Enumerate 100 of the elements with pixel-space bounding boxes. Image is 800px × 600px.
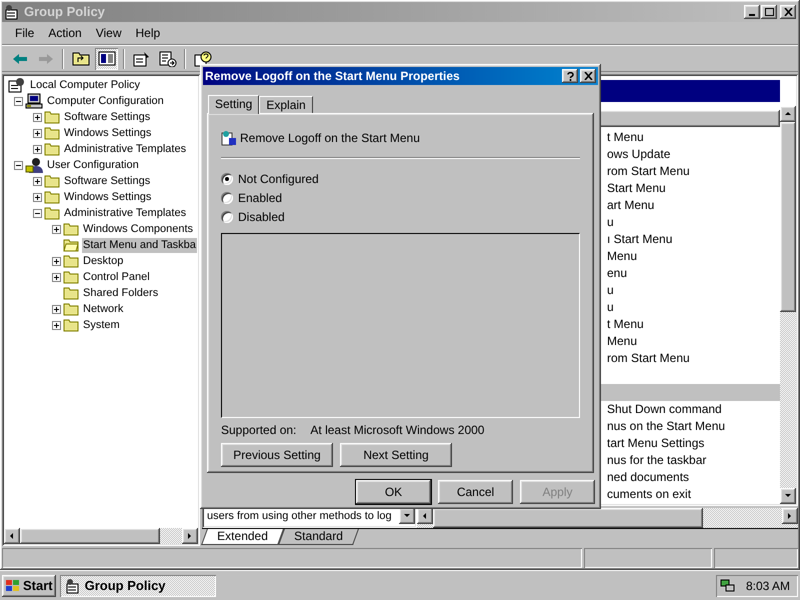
scroll-thumb[interactable] (780, 122, 796, 312)
network-icon[interactable] (720, 578, 736, 592)
menu-item[interactable]: Action (41, 24, 89, 42)
scroll-left-button[interactable] (4, 528, 20, 544)
view-tab[interactable]: Extended (201, 529, 284, 545)
taskbar-button[interactable]: Group Policy (60, 574, 216, 596)
radio-label[interactable]: Disabled (238, 208, 285, 226)
scroll-down-button[interactable] (399, 508, 415, 524)
nav-button[interactable]: Next Setting (340, 443, 452, 467)
menu-item[interactable]: File (8, 24, 42, 42)
radio-button[interactable] (221, 192, 233, 204)
expand-icon[interactable] (52, 256, 61, 266)
expand-icon[interactable] (52, 304, 61, 314)
dialog-tab[interactable]: Setting (208, 95, 260, 114)
tree-item[interactable]: Administrative Templates (63, 206, 188, 220)
close-icon (784, 8, 792, 16)
horizontal-scrollbar[interactable] (417, 508, 798, 528)
radio-label[interactable]: Enabled (238, 188, 282, 206)
up-folder-icon (72, 51, 90, 66)
folder-icon (63, 302, 79, 316)
expand-icon[interactable] (33, 128, 42, 138)
close-icon (584, 72, 592, 80)
triangle-left-icon (421, 512, 429, 520)
tree-item[interactable]: Windows Settings (63, 190, 152, 204)
menu-item[interactable]: View (88, 24, 128, 42)
radio-label[interactable]: Not Configured (238, 170, 319, 188)
folder-icon (63, 318, 79, 332)
expand-icon[interactable] (33, 192, 42, 202)
expand-icon[interactable] (52, 320, 61, 330)
tree-item[interactable]: Administrative Templates (63, 142, 188, 156)
toolbar-button[interactable] (95, 48, 118, 70)
scroll-right-button[interactable] (182, 528, 198, 544)
folder-icon (44, 142, 60, 156)
computer-icon (25, 93, 43, 109)
minimize-button[interactable] (744, 5, 760, 19)
scroll-down-button[interactable] (780, 488, 796, 504)
open-folder-icon (63, 238, 79, 252)
dialog-title: Remove Logoff on the Start Menu Properties (205, 68, 461, 85)
maximize-button[interactable] (761, 5, 777, 19)
triangle-down-icon (784, 492, 792, 500)
window-title: Group Policy (24, 3, 106, 22)
close-button[interactable] (780, 5, 796, 19)
help-button[interactable] (562, 69, 578, 83)
collapse-icon[interactable] (33, 208, 42, 218)
properties-icon (132, 50, 150, 66)
folder-icon (44, 206, 60, 220)
policy-setting-icon (221, 130, 237, 146)
expand-icon[interactable] (33, 112, 42, 122)
tree-item[interactable]: Computer Configuration (46, 94, 165, 108)
policy-name: Remove Logoff on the Start Menu (240, 130, 420, 147)
menu-item[interactable]: Help (128, 24, 168, 42)
collapse-icon[interactable] (14, 160, 23, 170)
tree-item[interactable]: System (82, 318, 121, 332)
nav-button[interactable]: Previous Setting (221, 443, 333, 467)
tree-item[interactable]: Desktop (82, 254, 124, 268)
folder-icon (44, 126, 60, 140)
windows-logo-icon (5, 578, 21, 592)
view-tab[interactable]: Standard (278, 529, 358, 545)
scroll-thumb[interactable] (20, 528, 160, 544)
scroll-right-button[interactable] (782, 508, 798, 524)
dialog-tab[interactable]: Explain (259, 96, 313, 113)
panes-icon (98, 51, 116, 66)
triangle-right-icon (186, 532, 194, 540)
vertical-scrollbar[interactable] (780, 106, 796, 504)
folder-icon (63, 222, 79, 236)
tree-item[interactable]: User Configuration (46, 158, 140, 172)
question-mark-icon (566, 72, 574, 80)
folder-icon (44, 110, 60, 124)
forward-arrow-icon (38, 52, 54, 64)
triangle-down-icon (403, 512, 411, 520)
scroll-left-button[interactable] (417, 508, 433, 524)
close-button[interactable] (580, 69, 596, 83)
radio-button[interactable] (221, 172, 233, 184)
tree-item[interactable]: Shared Folders (82, 286, 160, 300)
radio-button[interactable] (221, 210, 233, 222)
dialog-button[interactable]: Cancel (438, 480, 513, 504)
expand-icon[interactable] (33, 176, 42, 186)
expand-icon[interactable] (52, 224, 61, 234)
horizontal-scrollbar[interactable] (4, 528, 198, 544)
clock: 8:03 AM (746, 578, 791, 594)
tree-item[interactable]: Windows Settings (63, 126, 152, 140)
description-text: users from using other methods to log (206, 509, 393, 524)
collapse-icon[interactable] (14, 96, 23, 106)
expand-icon[interactable] (33, 144, 42, 154)
expand-icon[interactable] (52, 272, 61, 282)
scroll-up-button[interactable] (780, 106, 796, 122)
tree-item[interactable]: Windows Components (82, 222, 194, 236)
folder-icon (44, 174, 60, 188)
folder-icon (63, 286, 79, 300)
tree-item[interactable]: Control Panel (82, 270, 151, 284)
tree-item[interactable]: Software Settings (63, 174, 152, 188)
start-button[interactable]: Start (2, 574, 56, 596)
dialog-button[interactable]: OK (356, 480, 431, 504)
scroll-thumb[interactable] (433, 508, 703, 528)
tree-item[interactable]: Local Computer Policy (29, 78, 142, 92)
tree-item[interactable]: Network (82, 302, 124, 316)
tree-item[interactable]: Software Settings (63, 110, 152, 124)
triangle-right-icon (786, 512, 794, 520)
tree-item[interactable]: Start Menu and Taskba (82, 238, 197, 252)
folder-icon (63, 270, 79, 284)
